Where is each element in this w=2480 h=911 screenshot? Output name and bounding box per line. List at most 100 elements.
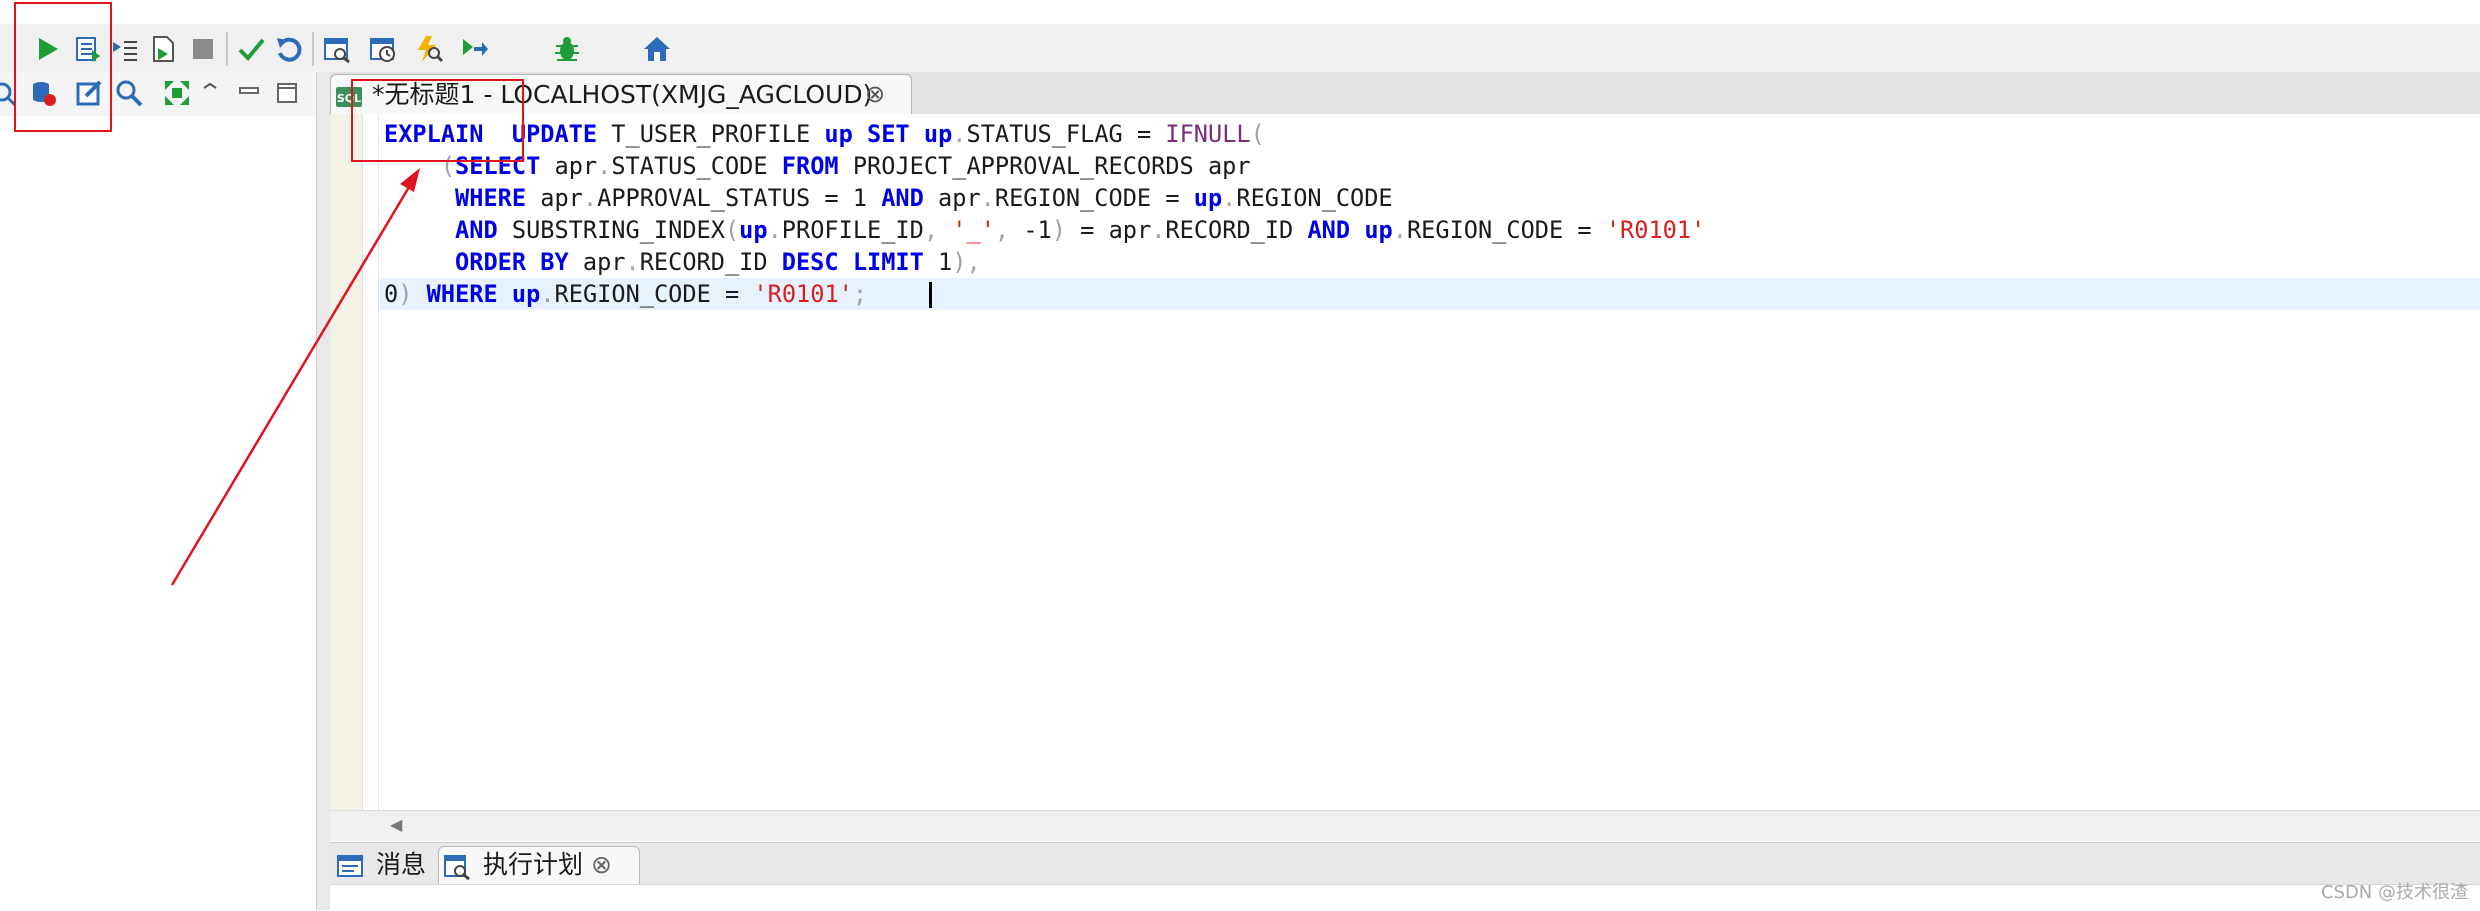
code-token: APPROVAL_STATUS = 1 <box>597 184 882 212</box>
commit-icon[interactable] <box>234 32 268 66</box>
message-icon <box>337 855 363 877</box>
code-line[interactable]: WHERE apr.APPROVAL_STATUS = 1 AND apr.RE… <box>384 182 1393 214</box>
code-token: apr <box>526 184 583 212</box>
text-caret <box>929 282 932 308</box>
code-token: . <box>597 152 612 180</box>
code-token: LIMIT <box>852 248 924 276</box>
code-token: . <box>540 280 555 308</box>
stop-icon[interactable] <box>186 32 220 66</box>
code-token: . <box>1222 184 1237 212</box>
tab-messages[interactable]: 消息 <box>334 848 434 884</box>
code-token: IFNULL <box>1165 120 1251 148</box>
code-token: apr <box>540 152 598 180</box>
code-token: , <box>923 216 939 244</box>
minimize-icon[interactable] <box>232 76 266 110</box>
code-token: apr <box>923 184 981 212</box>
collapse-icon[interactable] <box>196 76 230 110</box>
code-token: '_' <box>952 216 995 244</box>
code-token: RECORD_ID <box>1165 216 1308 244</box>
close-icon[interactable]: ⊗ <box>863 80 887 108</box>
code-line[interactable]: ORDER BY apr.RECORD_ID DESC LIMIT 1), <box>384 246 981 278</box>
code-token: . <box>625 248 640 276</box>
code-token: PROFILE_ID <box>781 216 924 244</box>
code-token: . <box>1392 216 1407 244</box>
code-token: 1 <box>923 248 953 276</box>
schedule-icon[interactable] <box>366 32 400 66</box>
code-token: up <box>824 120 853 148</box>
code-token: WHERE <box>455 184 527 212</box>
maximize-icon[interactable] <box>270 76 304 110</box>
run-script-icon[interactable] <box>146 32 180 66</box>
gutter-divider <box>378 114 379 810</box>
code-token: AND <box>881 184 924 212</box>
code-token: up <box>1193 184 1223 212</box>
result-panel <box>330 884 2480 911</box>
explain-plan-icon <box>444 855 470 880</box>
close-icon[interactable]: ⊗ <box>591 848 612 882</box>
code-token: DESC <box>781 248 839 276</box>
code-token: SET <box>867 120 910 148</box>
code-token: ORDER BY <box>455 248 569 276</box>
toolbar-separator <box>312 32 314 66</box>
run-to-icon[interactable] <box>458 32 492 66</box>
toolbar-separator <box>226 32 228 66</box>
code-token: UPDATE <box>511 120 598 148</box>
code-line[interactable]: 0) WHERE up.REGION_CODE = 'R0101'; <box>384 278 867 310</box>
tab-execution-plan-label: 执行计划 <box>483 850 584 879</box>
code-token: PROJECT_APPROVAL_RECORDS apr <box>838 152 1251 180</box>
code-token: RECORD_ID <box>639 248 782 276</box>
scroll-left-icon[interactable]: ◀ <box>390 815 402 834</box>
code-token: REGION_CODE = <box>1406 216 1606 244</box>
code-token: ) <box>1051 216 1066 244</box>
watermark: CSDN @技术很渣 <box>2320 882 2468 903</box>
code-token: ; <box>852 280 868 308</box>
step-icon[interactable] <box>108 32 142 66</box>
code-token: AND <box>1307 216 1351 244</box>
optimize-icon[interactable] <box>412 32 446 66</box>
main-toolbar <box>0 24 2480 72</box>
code-token: SUBSTRING_INDEX <box>497 216 725 244</box>
search-icon[interactable] <box>112 76 146 110</box>
code-token: -1 <box>1009 216 1052 244</box>
code-token: up <box>739 216 768 244</box>
debug-icon[interactable] <box>550 32 584 66</box>
left-panel <box>0 72 317 910</box>
code-token: ) <box>398 280 413 308</box>
explain-plan-icon[interactable] <box>320 32 354 66</box>
code-token: . <box>767 216 782 244</box>
code-token: apr <box>568 248 626 276</box>
code-token: . <box>980 184 995 212</box>
code-token: . <box>1151 216 1166 244</box>
panel-splitter[interactable] <box>317 72 330 910</box>
horizontal-scrollbar[interactable] <box>330 810 2480 841</box>
code-token: ( <box>724 216 740 244</box>
code-token: REGION_CODE = <box>994 184 1194 212</box>
code-token: FROM <box>781 152 839 180</box>
code-token: STATUS_CODE <box>611 152 782 180</box>
code-token: . <box>582 184 598 212</box>
code-token: STATUS_FLAG = <box>966 120 1166 148</box>
code-token: up <box>511 280 541 308</box>
code-token: 'R0101' <box>753 280 853 308</box>
code-token: , <box>994 216 1010 244</box>
annotation-box-toolbar <box>14 2 112 132</box>
code-token: REGION_CODE <box>1236 184 1393 212</box>
code-token: ), <box>952 248 981 276</box>
code-line[interactable]: AND SUBSTRING_INDEX(up.PROFILE_ID, '_', … <box>384 214 1705 246</box>
result-tab-bar <box>330 842 2480 885</box>
code-token: up <box>1364 216 1393 244</box>
rollback-icon[interactable] <box>272 32 306 66</box>
editor-gutter <box>330 114 363 810</box>
tab-execution-plan[interactable]: 执行计划 ⊗ <box>438 846 640 885</box>
code-token: REGION_CODE = <box>554 280 754 308</box>
home-icon[interactable] <box>640 32 674 66</box>
expand-icon[interactable] <box>160 76 194 110</box>
